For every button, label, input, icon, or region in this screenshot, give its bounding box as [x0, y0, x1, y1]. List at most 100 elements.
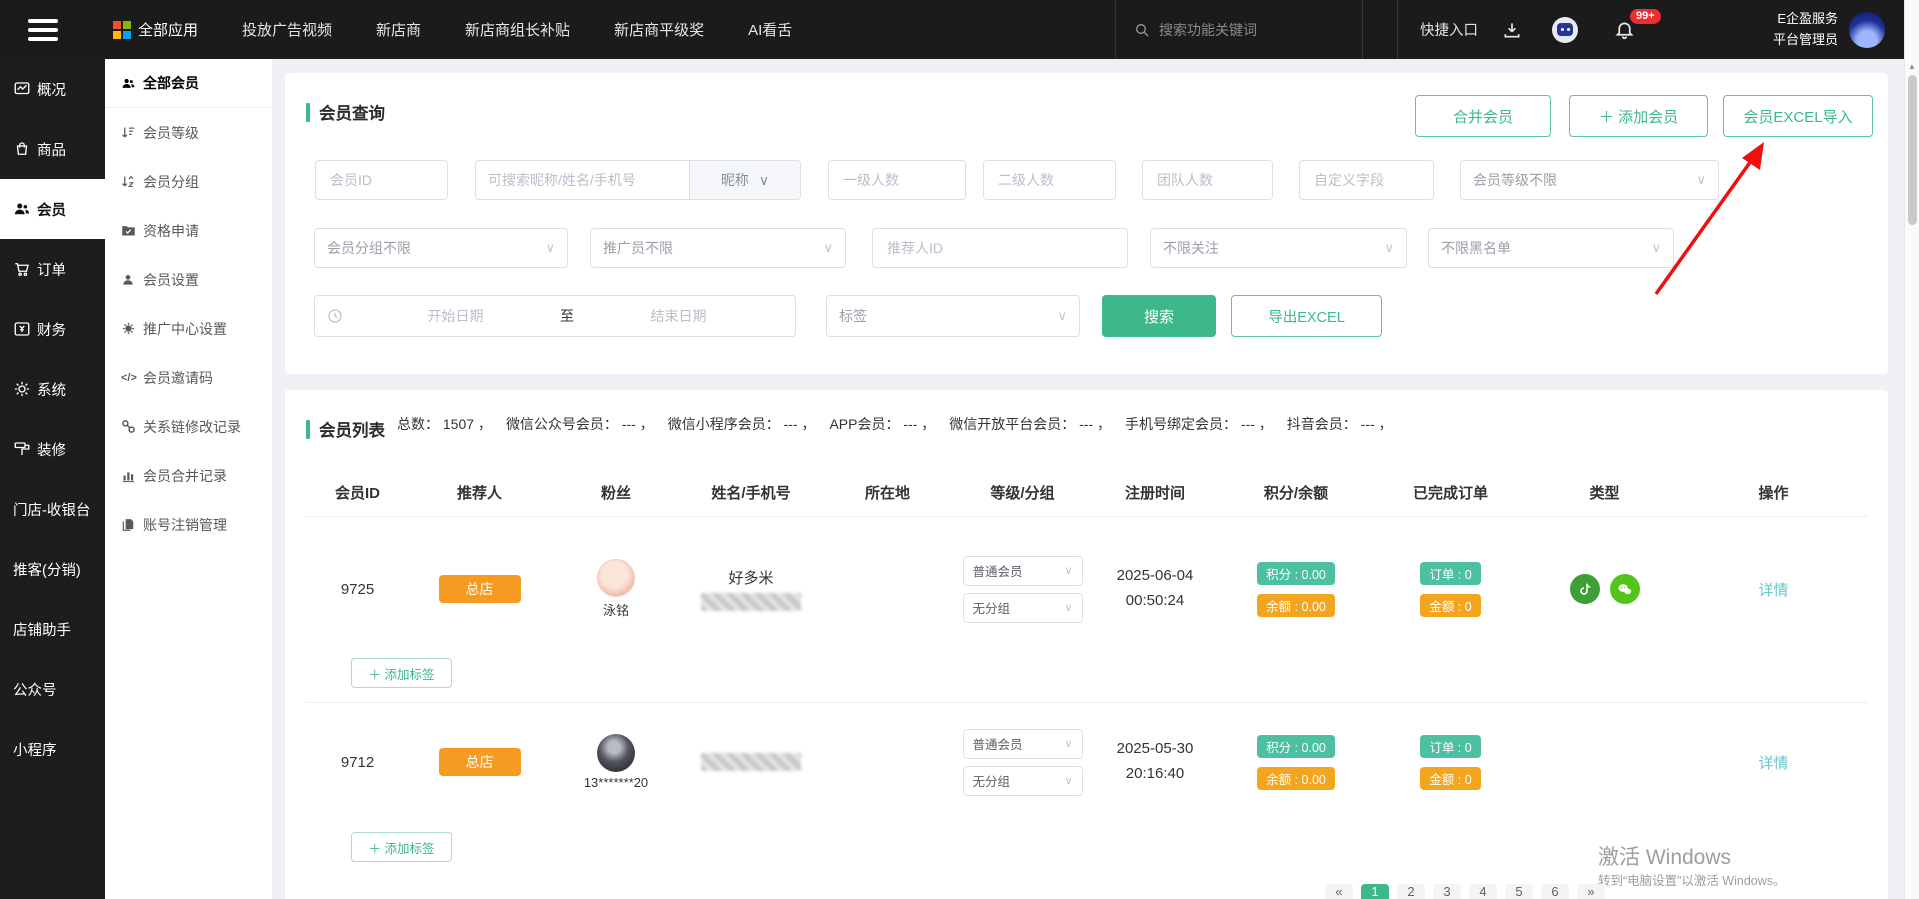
member-excel-import-button[interactable]: 会员EXCEL导入 — [1723, 95, 1873, 137]
page-2[interactable]: 2 — [1397, 884, 1425, 899]
avatar[interactable] — [1849, 12, 1885, 48]
keyword-type-select[interactable]: 昵称∨ — [689, 161, 800, 199]
merge-members-button[interactable]: 合并会员 — [1415, 95, 1551, 137]
col-type: 类型 — [1589, 482, 1619, 503]
topnav-level-award[interactable]: 新店商平级奖 — [614, 19, 704, 40]
level2-count-input[interactable] — [983, 160, 1116, 200]
member-id-input[interactable] — [315, 160, 448, 200]
member-level-select[interactable]: 会员等级不限∨ — [1460, 160, 1719, 200]
windows-watermark-subtitle: 转到“电脑设置”以激活 Windows。 — [1598, 870, 1786, 889]
sidebar-item-system[interactable]: 系统 — [0, 359, 105, 419]
export-excel-button[interactable]: 导出EXCEL — [1231, 295, 1382, 337]
chart-icon — [121, 468, 136, 483]
submenu-merge-log[interactable]: 会员合并记录 — [105, 451, 272, 500]
sidebar-item-mini-program[interactable]: 小程序 — [0, 719, 105, 779]
sidebar-item-decoration[interactable]: 装修 — [0, 419, 105, 479]
all-apps-button[interactable]: 全部应用 — [113, 19, 198, 40]
sort-level-icon — [121, 125, 136, 140]
page-4[interactable]: 4 — [1469, 884, 1497, 899]
submenu-label: 会员合并记录 — [143, 466, 227, 486]
topnav-ai-tongue[interactable]: AI看舌 — [748, 19, 792, 40]
user-menu[interactable]: E企盈服务 平台管理员 — [1742, 0, 1838, 59]
page-scrollbar[interactable]: ▲ — [1904, 0, 1919, 899]
date-range-picker[interactable]: 开始日期 至 结束日期 — [314, 295, 796, 337]
sidebar-item-finance[interactable]: 财务 — [0, 299, 105, 359]
page-6[interactable]: 6 — [1541, 884, 1569, 899]
download-button[interactable] — [1502, 0, 1522, 59]
topnav-leader-subsidy[interactable]: 新店商组长补贴 — [465, 19, 570, 40]
points-balance-cell: 积分 : 0.00 余额 : 0.00 — [1257, 735, 1335, 790]
level-select[interactable]: 普通会员∨ — [963, 556, 1083, 586]
scrollbar-thumb[interactable] — [1908, 75, 1917, 225]
quick-entry-button[interactable]: 快捷入口 — [1420, 0, 1478, 59]
amount-badge: 金额 : 0 — [1420, 594, 1480, 617]
submenu-invite-code[interactable]: </> 会员邀请码 — [105, 353, 272, 402]
submenu-member-settings[interactable]: 会员设置 — [105, 255, 272, 304]
keyword-input[interactable] — [476, 161, 689, 199]
team-count-input[interactable] — [1142, 160, 1273, 200]
topnav-new-shop[interactable]: 新店商 — [376, 19, 421, 40]
sidebar-item-orders[interactable]: 订单 — [0, 239, 105, 299]
submenu-label: 资格申请 — [143, 221, 199, 241]
sidebar-label: 小程序 — [13, 739, 57, 760]
sidebar-label: 推客(分销) — [13, 559, 81, 580]
custom-field-input[interactable] — [1299, 160, 1434, 200]
detail-link[interactable]: 详情 — [1758, 579, 1788, 600]
tag-select[interactable]: 标签∨ — [826, 295, 1080, 337]
members-icon — [13, 200, 31, 218]
page-next[interactable]: » — [1577, 884, 1605, 899]
submenu-member-levels[interactable]: 会员等级 — [105, 108, 272, 157]
add-tag-button[interactable]: ＋ 添加标签 — [351, 832, 452, 862]
sidebar-item-store-cashier[interactable]: 门店-收银台 — [0, 479, 105, 539]
end-date-placeholder[interactable]: 结束日期 — [574, 306, 783, 326]
blacklist-filter-select[interactable]: 不限黑名单∨ — [1428, 228, 1674, 268]
sidebar-label: 系统 — [37, 379, 66, 400]
chevron-down-icon: ∨ — [1057, 308, 1067, 324]
col-reg-time: 注册时间 — [1125, 482, 1185, 503]
submenu-label: 会员分组 — [143, 172, 199, 192]
menu-toggle-icon[interactable] — [28, 19, 58, 41]
windows-watermark-title: 激活 Windows — [1598, 841, 1731, 871]
referrer-id-input[interactable] — [872, 228, 1128, 268]
page-5[interactable]: 5 — [1505, 884, 1533, 899]
sidebar-item-distribution[interactable]: 推客(分销) — [0, 539, 105, 599]
promoter-select[interactable]: 推广员不限∨ — [590, 228, 846, 268]
wechat-icon — [1610, 574, 1640, 604]
sidebar-item-overview[interactable]: 概况 — [0, 59, 105, 119]
page-1[interactable]: 1 — [1361, 884, 1389, 899]
level1-count-input[interactable] — [828, 160, 966, 200]
sidebar-label: 概况 — [37, 79, 66, 100]
keyword-type-value: 昵称 — [721, 170, 749, 190]
submenu-qualification[interactable]: 资格申请 — [105, 206, 272, 255]
add-member-button[interactable]: ＋ 添加会员 — [1569, 95, 1708, 137]
submenu-label: 会员等级 — [143, 123, 199, 143]
col-location: 所在地 — [865, 482, 910, 503]
sidebar-item-members[interactable]: 会员 — [0, 179, 105, 239]
assistant-button[interactable] — [1552, 0, 1578, 59]
detail-link[interactable]: 详情 — [1758, 752, 1788, 773]
sidebar-label: 财务 — [37, 319, 66, 340]
page-3[interactable]: 3 — [1433, 884, 1461, 899]
start-date-placeholder[interactable]: 开始日期 — [351, 306, 560, 326]
notifications-button[interactable] — [1614, 0, 1635, 59]
submenu-all-members[interactable]: 全部会员 — [105, 59, 272, 108]
submenu-relation-log[interactable]: 关系链修改记录 — [105, 402, 272, 451]
scroll-up-icon[interactable]: ▲ — [1905, 0, 1919, 71]
member-group-select[interactable]: 会员分组不限∨ — [314, 228, 568, 268]
sidebar-item-goods[interactable]: 商品 — [0, 119, 105, 179]
function-search-input[interactable]: 搜索功能关键词 — [1115, 0, 1363, 59]
submenu-promotion-settings[interactable]: 推广中心设置 — [105, 304, 272, 353]
submenu-member-groups[interactable]: 会员分组 — [105, 157, 272, 206]
group-select[interactable]: 无分组∨ — [963, 766, 1083, 796]
folder-check-icon — [121, 223, 136, 238]
sidebar-item-shop-assistant[interactable]: 店铺助手 — [0, 599, 105, 659]
group-select[interactable]: 无分组∨ — [963, 593, 1083, 623]
follow-filter-select[interactable]: 不限关注∨ — [1150, 228, 1407, 268]
sidebar-item-official-account[interactable]: 公众号 — [0, 659, 105, 719]
submenu-account-cancellation[interactable]: 账号注销管理 — [105, 500, 272, 549]
topnav-ad-video[interactable]: 投放广告视频 — [242, 19, 332, 40]
search-button[interactable]: 搜索 — [1102, 295, 1216, 337]
add-tag-button[interactable]: ＋ 添加标签 — [351, 658, 452, 688]
page-prev[interactable]: « — [1325, 884, 1353, 899]
level-select[interactable]: 普通会员∨ — [963, 729, 1083, 759]
